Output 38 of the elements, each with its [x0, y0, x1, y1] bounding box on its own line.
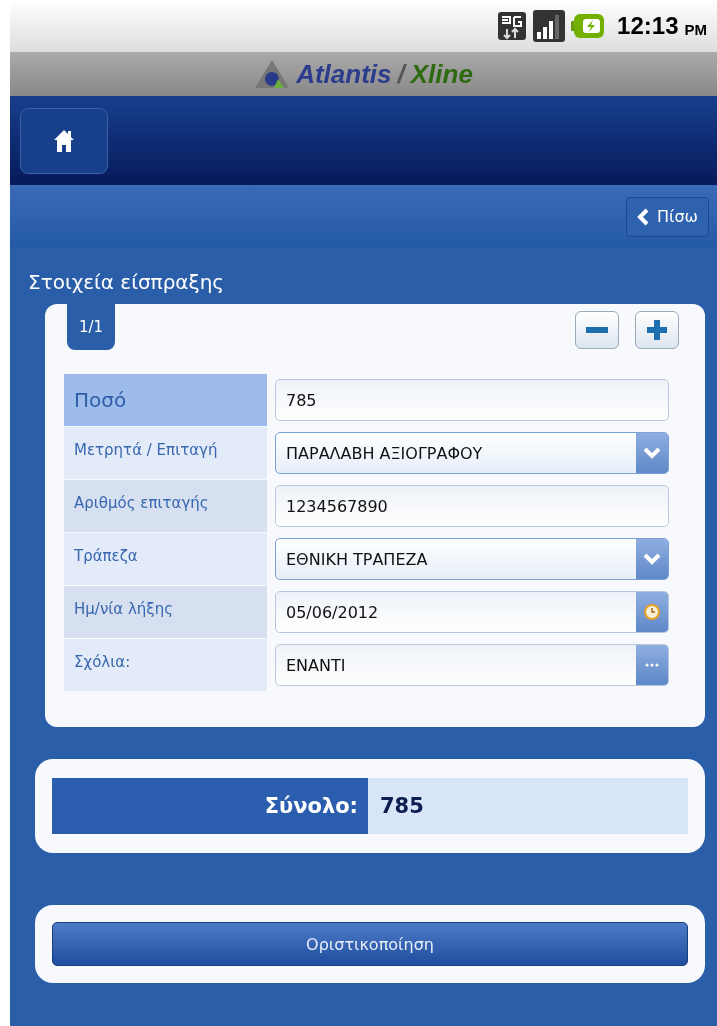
home-icon	[53, 128, 75, 153]
field-label: Αριθμός επιταγής	[64, 480, 267, 532]
field-label: Ημ/νία λήξης	[64, 586, 267, 638]
field-label: Τράπεζα	[64, 533, 267, 585]
minus-button[interactable]	[575, 311, 619, 349]
clock-icon	[644, 604, 660, 620]
logo-text: Xline	[410, 58, 473, 90]
chevron-left-icon	[637, 207, 649, 226]
logo-text: Atlantis	[296, 58, 392, 90]
minus-icon	[586, 327, 608, 333]
back-button[interactable]: Πίσω	[626, 196, 709, 237]
dropdown-field[interactable]: ΠΑΡΑΛΑΒΗ ΑΞΙΟΓΡΑΦΟΥ	[275, 432, 669, 474]
home-button[interactable]	[20, 107, 108, 174]
date-field[interactable]: 05/06/2012	[275, 591, 669, 633]
battery-icon	[571, 13, 606, 39]
signal-icon	[533, 10, 566, 42]
clock-time: 12:13	[617, 12, 679, 40]
total-value: 785	[368, 778, 688, 834]
ellipsis-icon	[645, 663, 659, 667]
field-label: Μετρητά / Επιταγή	[64, 427, 267, 479]
text-field[interactable]: 1234567890	[275, 485, 669, 527]
confirm-button[interactable]: Οριστικοποίηση	[52, 922, 688, 966]
page-counter: 1/1	[67, 304, 116, 350]
network-3g-icon	[497, 11, 528, 41]
clock-meridiem: PM	[684, 20, 707, 38]
plus-button[interactable]	[635, 311, 679, 349]
section-title: Στοιχεία είσπραξης	[28, 270, 226, 294]
field-label: Ποσό	[64, 374, 267, 426]
comments-field[interactable]: ΕΝΑΝΤΙ	[275, 644, 669, 686]
logo-separator: /	[397, 58, 405, 90]
text-field[interactable]: 785	[275, 379, 669, 421]
total-label: Σύνολο:	[52, 778, 368, 834]
triangle-logo-icon	[254, 59, 291, 89]
field-label: Σχόλια:	[64, 639, 267, 691]
chevron-down-icon	[643, 447, 661, 459]
dropdown-field[interactable]: ΕΘΝΙΚΗ ΤΡΑΠΕΖΑ	[275, 538, 669, 580]
chevron-down-icon	[643, 553, 661, 565]
plus-icon	[647, 320, 667, 340]
